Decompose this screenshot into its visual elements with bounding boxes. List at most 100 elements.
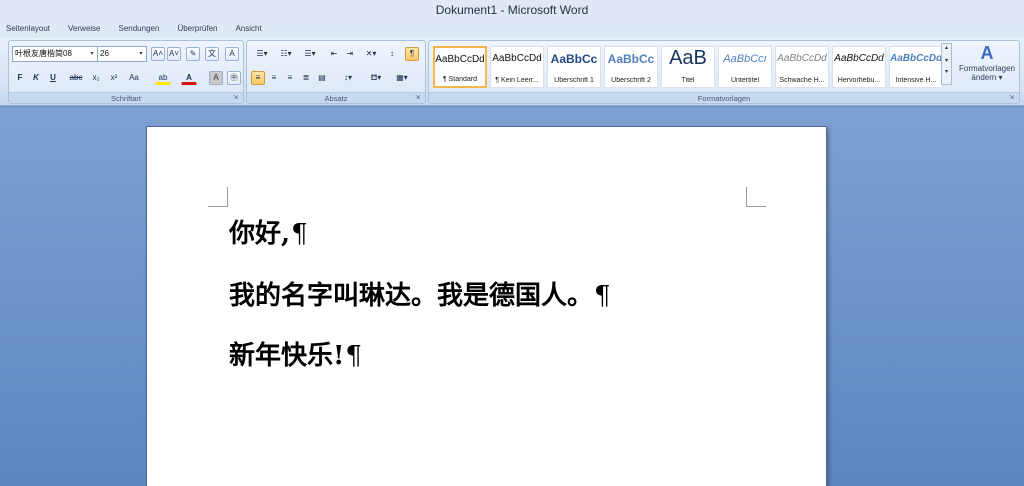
- style-name: Schwache H...: [779, 77, 825, 84]
- styles-group: AaBbCcDd ¶ Standard AaBbCcDd ¶ Kein Leer…: [428, 40, 1020, 104]
- window-title: Dokument1 - Microsoft Word: [435, 3, 589, 17]
- style-kein-leerraum[interactable]: AaBbCcDd ¶ Kein Leerr...: [490, 46, 544, 88]
- multilevel-list-button[interactable]: ☰▾: [299, 47, 321, 61]
- text-line-1[interactable]: 你好,¶: [229, 213, 308, 250]
- change-styles-icon: A: [980, 43, 994, 63]
- style-name: Intensive H...: [895, 77, 937, 84]
- style-ueberschrift-2[interactable]: AaBbCc Überschrift 2: [604, 46, 658, 88]
- highlight-color-button[interactable]: ab: [155, 71, 171, 85]
- chevron-down-icon[interactable]: ▾: [942, 57, 951, 64]
- char-shading-button[interactable]: A: [209, 71, 223, 85]
- grow-font-button[interactable]: A˄: [151, 47, 165, 61]
- paragraph-group: ☰▾ ☷▾ ☰▾ ⇤ ⇥ ✕▾ ↕ ¶ ≡ ≡ ≡ ≣ ▤ ↕▾ ⛾▾ ▦▾ A…: [246, 40, 426, 104]
- more-icon[interactable]: ▾: [942, 68, 951, 75]
- style-titel[interactable]: AaB Titel: [661, 46, 715, 88]
- style-untertitel[interactable]: AaBbCcı Untertitel: [718, 46, 772, 88]
- change-styles-label-2: ändern ▾: [971, 73, 1003, 82]
- superscript-button[interactable]: x²: [107, 71, 121, 85]
- text-line-3[interactable]: 新年快乐!¶: [229, 335, 362, 372]
- style-sample: AaBbCc: [607, 52, 655, 66]
- font-name-value: 叶根友唐楷简08: [15, 49, 72, 58]
- style-standard[interactable]: AaBbCcDd ¶ Standard: [433, 46, 487, 88]
- decrease-indent-button[interactable]: ⇤: [327, 47, 341, 61]
- tab-seitenlayout[interactable]: Seitenlayout: [0, 20, 59, 38]
- style-sample: AaBbCcDd: [492, 53, 542, 64]
- style-ueberschrift-1[interactable]: AaBbCc Überschrift 1: [547, 46, 601, 88]
- style-sample: AaB: [669, 47, 707, 69]
- strikethrough-button[interactable]: abc: [67, 71, 85, 85]
- numbering-button[interactable]: ☷▾: [275, 47, 297, 61]
- change-styles-button[interactable]: A Formatvorlagen ändern ▾: [954, 40, 1020, 104]
- tab-ansicht[interactable]: Ansicht: [226, 20, 270, 38]
- tab-ueberpruefen[interactable]: Überprüfen: [168, 20, 226, 38]
- pilcrow-icon: ¶: [291, 219, 308, 249]
- clear-format-button[interactable]: ✎: [186, 47, 200, 61]
- document-page[interactable]: 你好,¶ 我的名字叫琳达。我是德国人。¶ 新年快乐!¶: [146, 126, 827, 486]
- asian-layout-button[interactable]: ✕▾: [361, 47, 381, 61]
- font-group-label: Schriftart: [9, 92, 243, 103]
- tab-sendungen[interactable]: Sendungen: [110, 20, 169, 38]
- line-text: 你好,: [229, 219, 291, 249]
- chevron-down-icon[interactable]: ▾: [136, 47, 146, 61]
- tab-verweise[interactable]: Verweise: [59, 20, 109, 38]
- font-size-value: 26: [100, 49, 109, 58]
- font-group: 叶根友唐楷简08 ▾ 26 ▾ A˄ A˅ ✎ 文 A F K U abc x₂…: [8, 40, 244, 104]
- bold-button[interactable]: F: [13, 71, 27, 85]
- change-styles-label: Formatvorlagen: [958, 64, 1016, 73]
- style-sample: AaBbCcı: [723, 53, 767, 65]
- style-sample: AaBbCcDd: [435, 54, 485, 65]
- ribbon: 叶根友唐楷简08 ▾ 26 ▾ A˄ A˅ ✎ 文 A F K U abc x₂…: [0, 38, 1024, 106]
- enclose-char-button[interactable]: ㊥: [227, 71, 241, 85]
- pilcrow-icon: ¶: [594, 281, 611, 311]
- line-text: 新年快乐!: [229, 341, 345, 371]
- style-name: Hervorhebu...: [837, 77, 881, 84]
- style-name: Untertitel: [730, 77, 759, 84]
- chevron-down-icon[interactable]: ▾: [87, 47, 97, 61]
- change-case-button[interactable]: Aa: [125, 71, 143, 85]
- subscript-button[interactable]: x₂: [89, 71, 103, 85]
- gallery-scroll[interactable]: ▴ ▾ ▾: [941, 43, 952, 85]
- style-sample: AaBbCc: [550, 52, 598, 66]
- bullets-button[interactable]: ☰▾: [251, 47, 273, 61]
- shrink-font-button[interactable]: A˅: [167, 47, 181, 61]
- crop-mark: [746, 187, 766, 207]
- line-text: 我的名字叫琳达。我是德国人。: [229, 281, 594, 311]
- phonetic-guide-button[interactable]: 文: [205, 47, 219, 61]
- style-name: ¶ Kein Leerr...: [495, 77, 539, 84]
- sort-button[interactable]: ↕: [385, 47, 399, 61]
- italic-button[interactable]: K: [29, 71, 43, 85]
- font-name-field[interactable]: 叶根友唐楷简08 ▾: [12, 46, 98, 62]
- style-name: Überschrift 2: [611, 77, 651, 84]
- shading-button[interactable]: ⛾▾: [365, 71, 387, 85]
- distributed-button[interactable]: ▤: [315, 71, 329, 85]
- font-size-field[interactable]: 26 ▾: [97, 46, 147, 62]
- justify-button[interactable]: ≣: [299, 71, 313, 85]
- style-name: Titel: [681, 77, 695, 84]
- underline-button[interactable]: U: [46, 71, 60, 85]
- text-line-2[interactable]: 我的名字叫琳达。我是德国人。¶: [229, 275, 611, 312]
- paragraph-group-label: Absatz: [247, 92, 425, 103]
- chevron-up-icon[interactable]: ▴: [942, 44, 951, 51]
- align-right-button[interactable]: ≡: [283, 71, 297, 85]
- style-name: Überschrift 1: [554, 77, 594, 84]
- line-spacing-button[interactable]: ↕▾: [337, 71, 359, 85]
- style-name: ¶ Standard: [442, 76, 478, 83]
- styles-group-label: Formatvorlagen: [429, 92, 1019, 103]
- style-sample: AaBbCcDd: [890, 53, 942, 64]
- style-hervorhebung[interactable]: AaBbCcDd Hervorhebu...: [832, 46, 886, 88]
- ribbon-tabs: Seitenlayout Verweise Sendungen Überprüf…: [0, 20, 1024, 38]
- align-center-button[interactable]: ≡: [267, 71, 281, 85]
- style-schwache-hervorhebung[interactable]: AaBbCcDd Schwache H...: [775, 46, 829, 88]
- increase-indent-button[interactable]: ⇥: [343, 47, 357, 61]
- dialog-launcher-icon[interactable]: ⇲: [233, 94, 241, 102]
- style-sample: AaBbCcDd: [834, 53, 884, 64]
- crop-mark: [208, 187, 228, 207]
- style-intensive-hervorhebung[interactable]: AaBbCcDd Intensive H...: [889, 46, 943, 88]
- char-border-button[interactable]: A: [225, 47, 239, 61]
- dialog-launcher-icon[interactable]: ⇲: [415, 94, 423, 102]
- borders-button[interactable]: ▦▾: [391, 71, 413, 85]
- font-color-button[interactable]: A: [181, 71, 197, 85]
- show-marks-button[interactable]: ¶: [405, 47, 419, 61]
- align-left-button[interactable]: ≡: [251, 71, 265, 85]
- pilcrow-icon: ¶: [345, 341, 362, 371]
